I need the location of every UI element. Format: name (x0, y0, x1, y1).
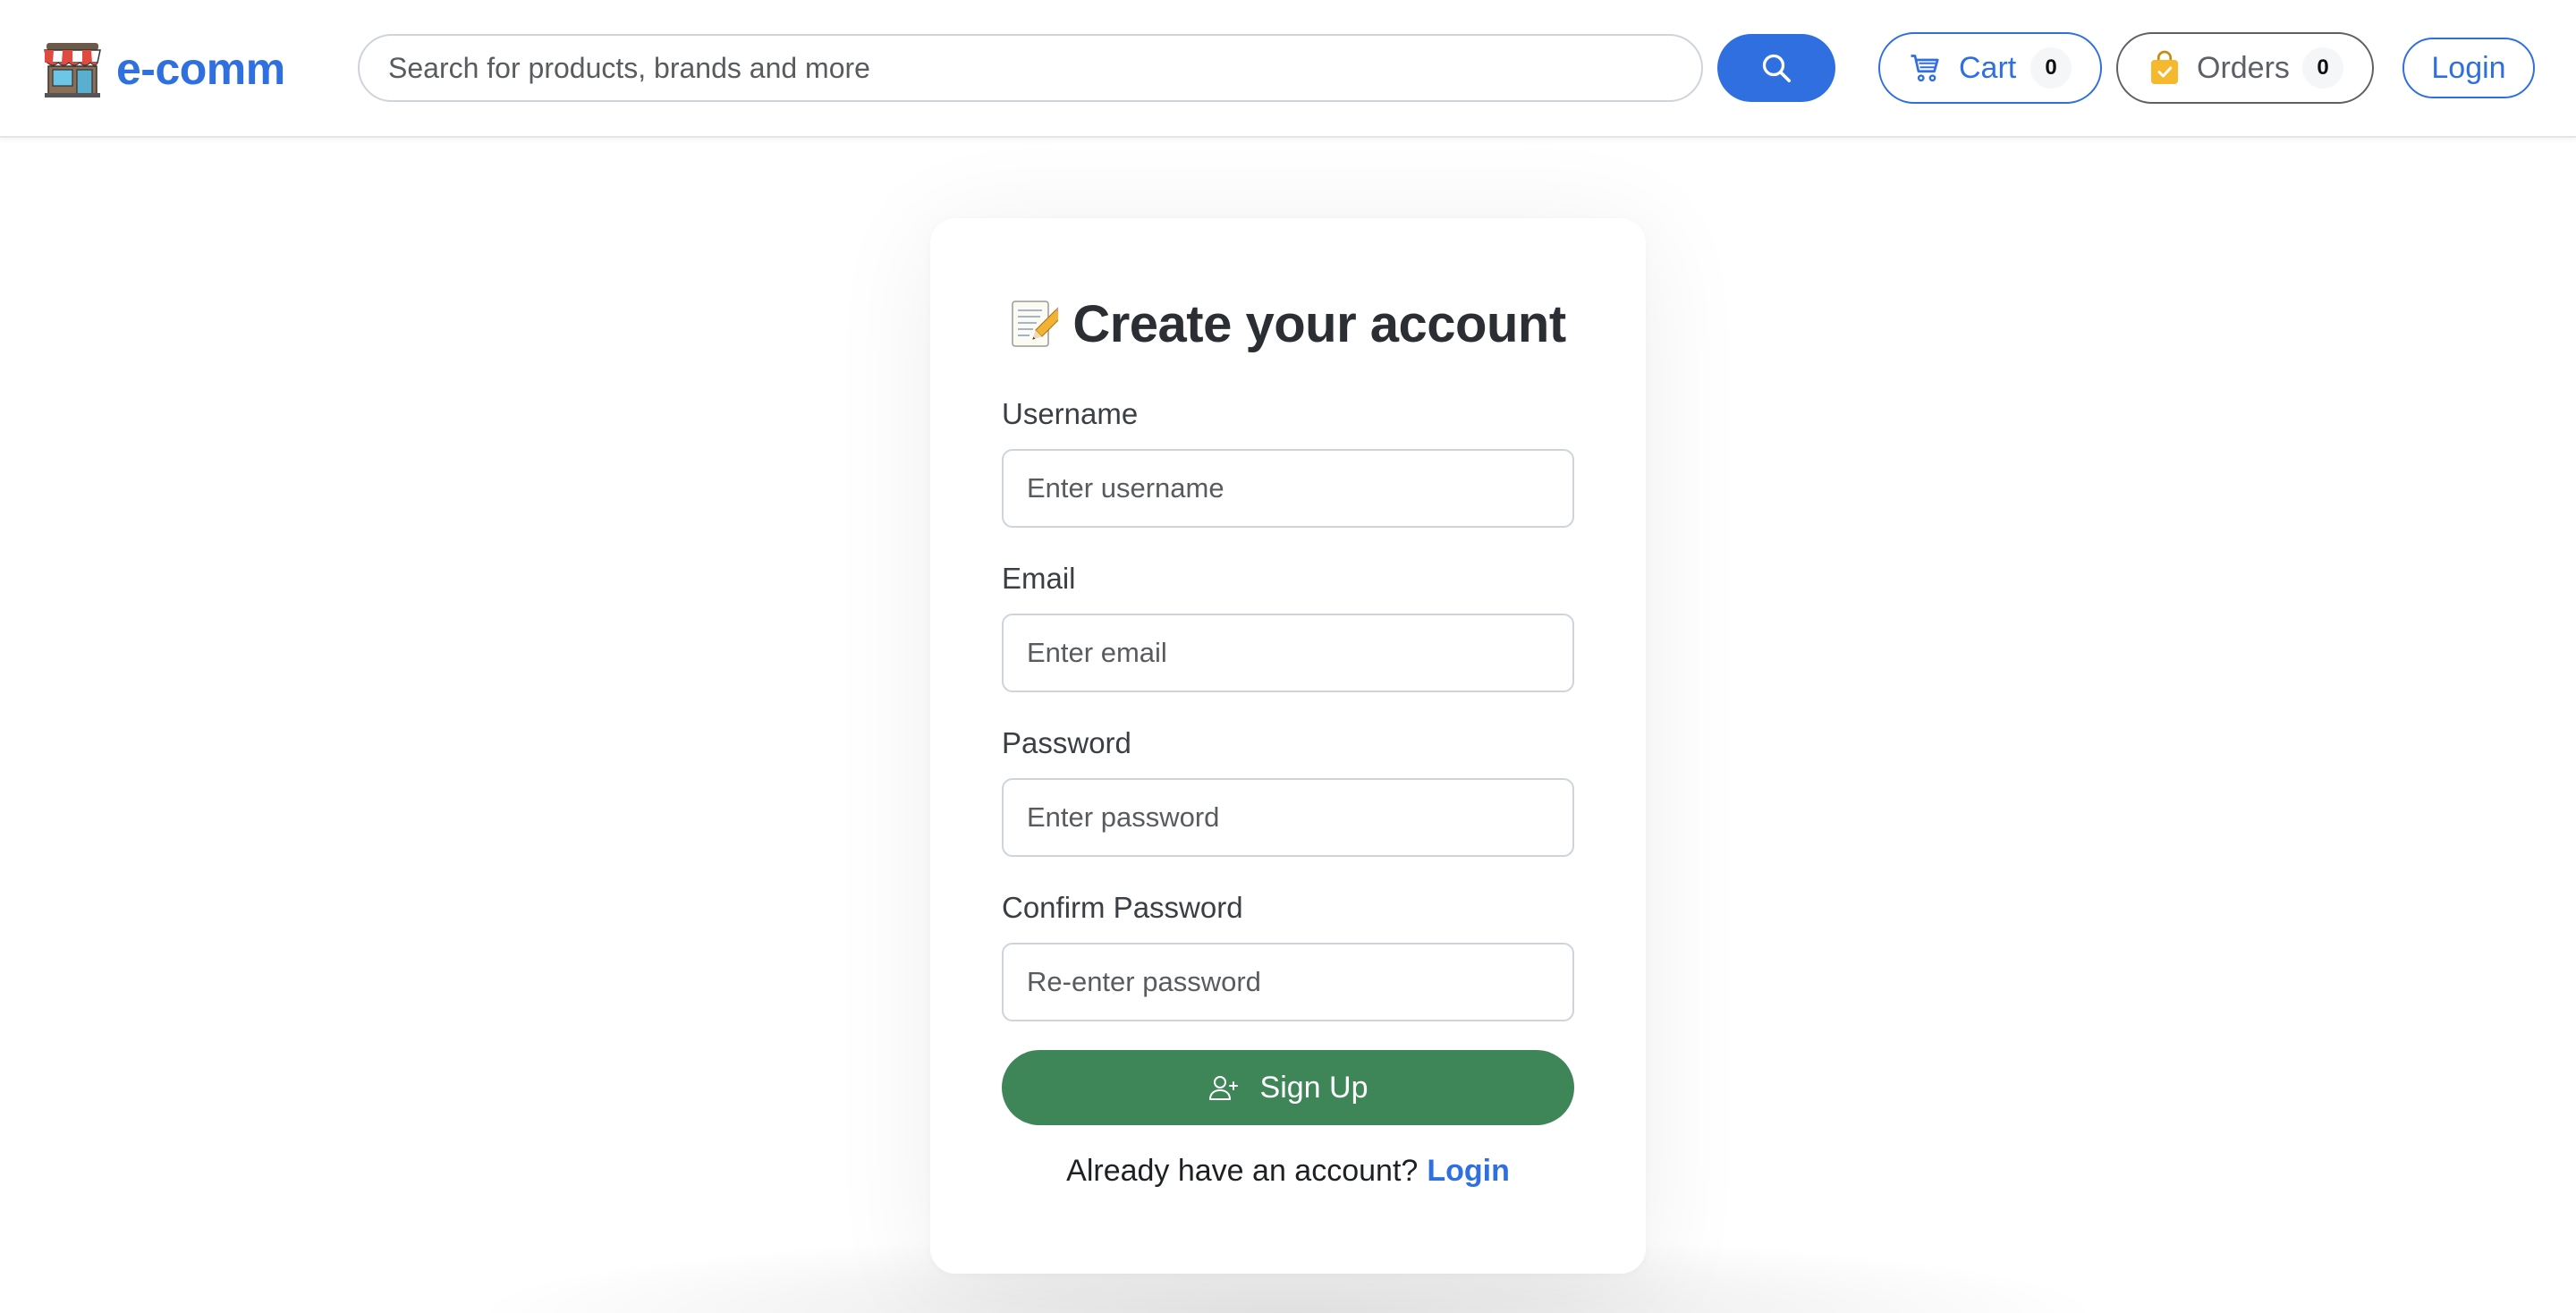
signup-card: Create your account Username Email Passw… (930, 218, 1646, 1274)
username-label: Username (1002, 397, 1139, 430)
cart-label: Cart (1959, 50, 2017, 85)
orders-label: Orders (2197, 50, 2290, 85)
username-field[interactable] (1002, 449, 1574, 528)
orders-count-badge: 0 (2302, 47, 2343, 89)
search-input[interactable] (358, 34, 1703, 102)
login-prompt: Already have an account? Login (930, 1148, 1646, 1193)
email-label: Email (1002, 562, 1076, 595)
email-field[interactable] (1002, 614, 1574, 692)
brand-name: e-comm (116, 44, 285, 94)
confirm-password-label: Confirm Password (1002, 891, 1243, 924)
memo-icon (1012, 301, 1059, 347)
login-prompt-text: Already have an account? (1066, 1153, 1419, 1188)
search-button[interactable] (1717, 34, 1835, 102)
header-login-button[interactable]: Login (2402, 38, 2535, 98)
login-link[interactable]: Login (1427, 1154, 1510, 1189)
sign-up-label: Sign Up (1259, 1070, 1368, 1105)
orders-button[interactable]: Orders 0 (2116, 32, 2374, 104)
signup-title: Create your account (930, 288, 1646, 360)
shopping-bag-icon (2151, 50, 2178, 84)
storefront-icon (44, 43, 101, 97)
password-field[interactable] (1002, 778, 1574, 857)
cart-button[interactable]: Cart 0 (1878, 32, 2102, 104)
top-navbar: e-comm Cart 0 Orders 0 Login (0, 0, 2576, 138)
confirm-password-field[interactable] (1002, 943, 1574, 1021)
brand-logo-link[interactable]: e-comm (41, 38, 285, 100)
signup-title-text: Create your account (1072, 294, 1566, 353)
sign-up-button[interactable]: Sign Up (1002, 1050, 1574, 1125)
add-user-icon (1208, 1076, 1238, 1100)
search-icon (1762, 54, 1792, 83)
cart-icon (1911, 55, 1939, 82)
password-label: Password (1002, 726, 1131, 759)
cart-count-badge: 0 (2030, 47, 2072, 89)
